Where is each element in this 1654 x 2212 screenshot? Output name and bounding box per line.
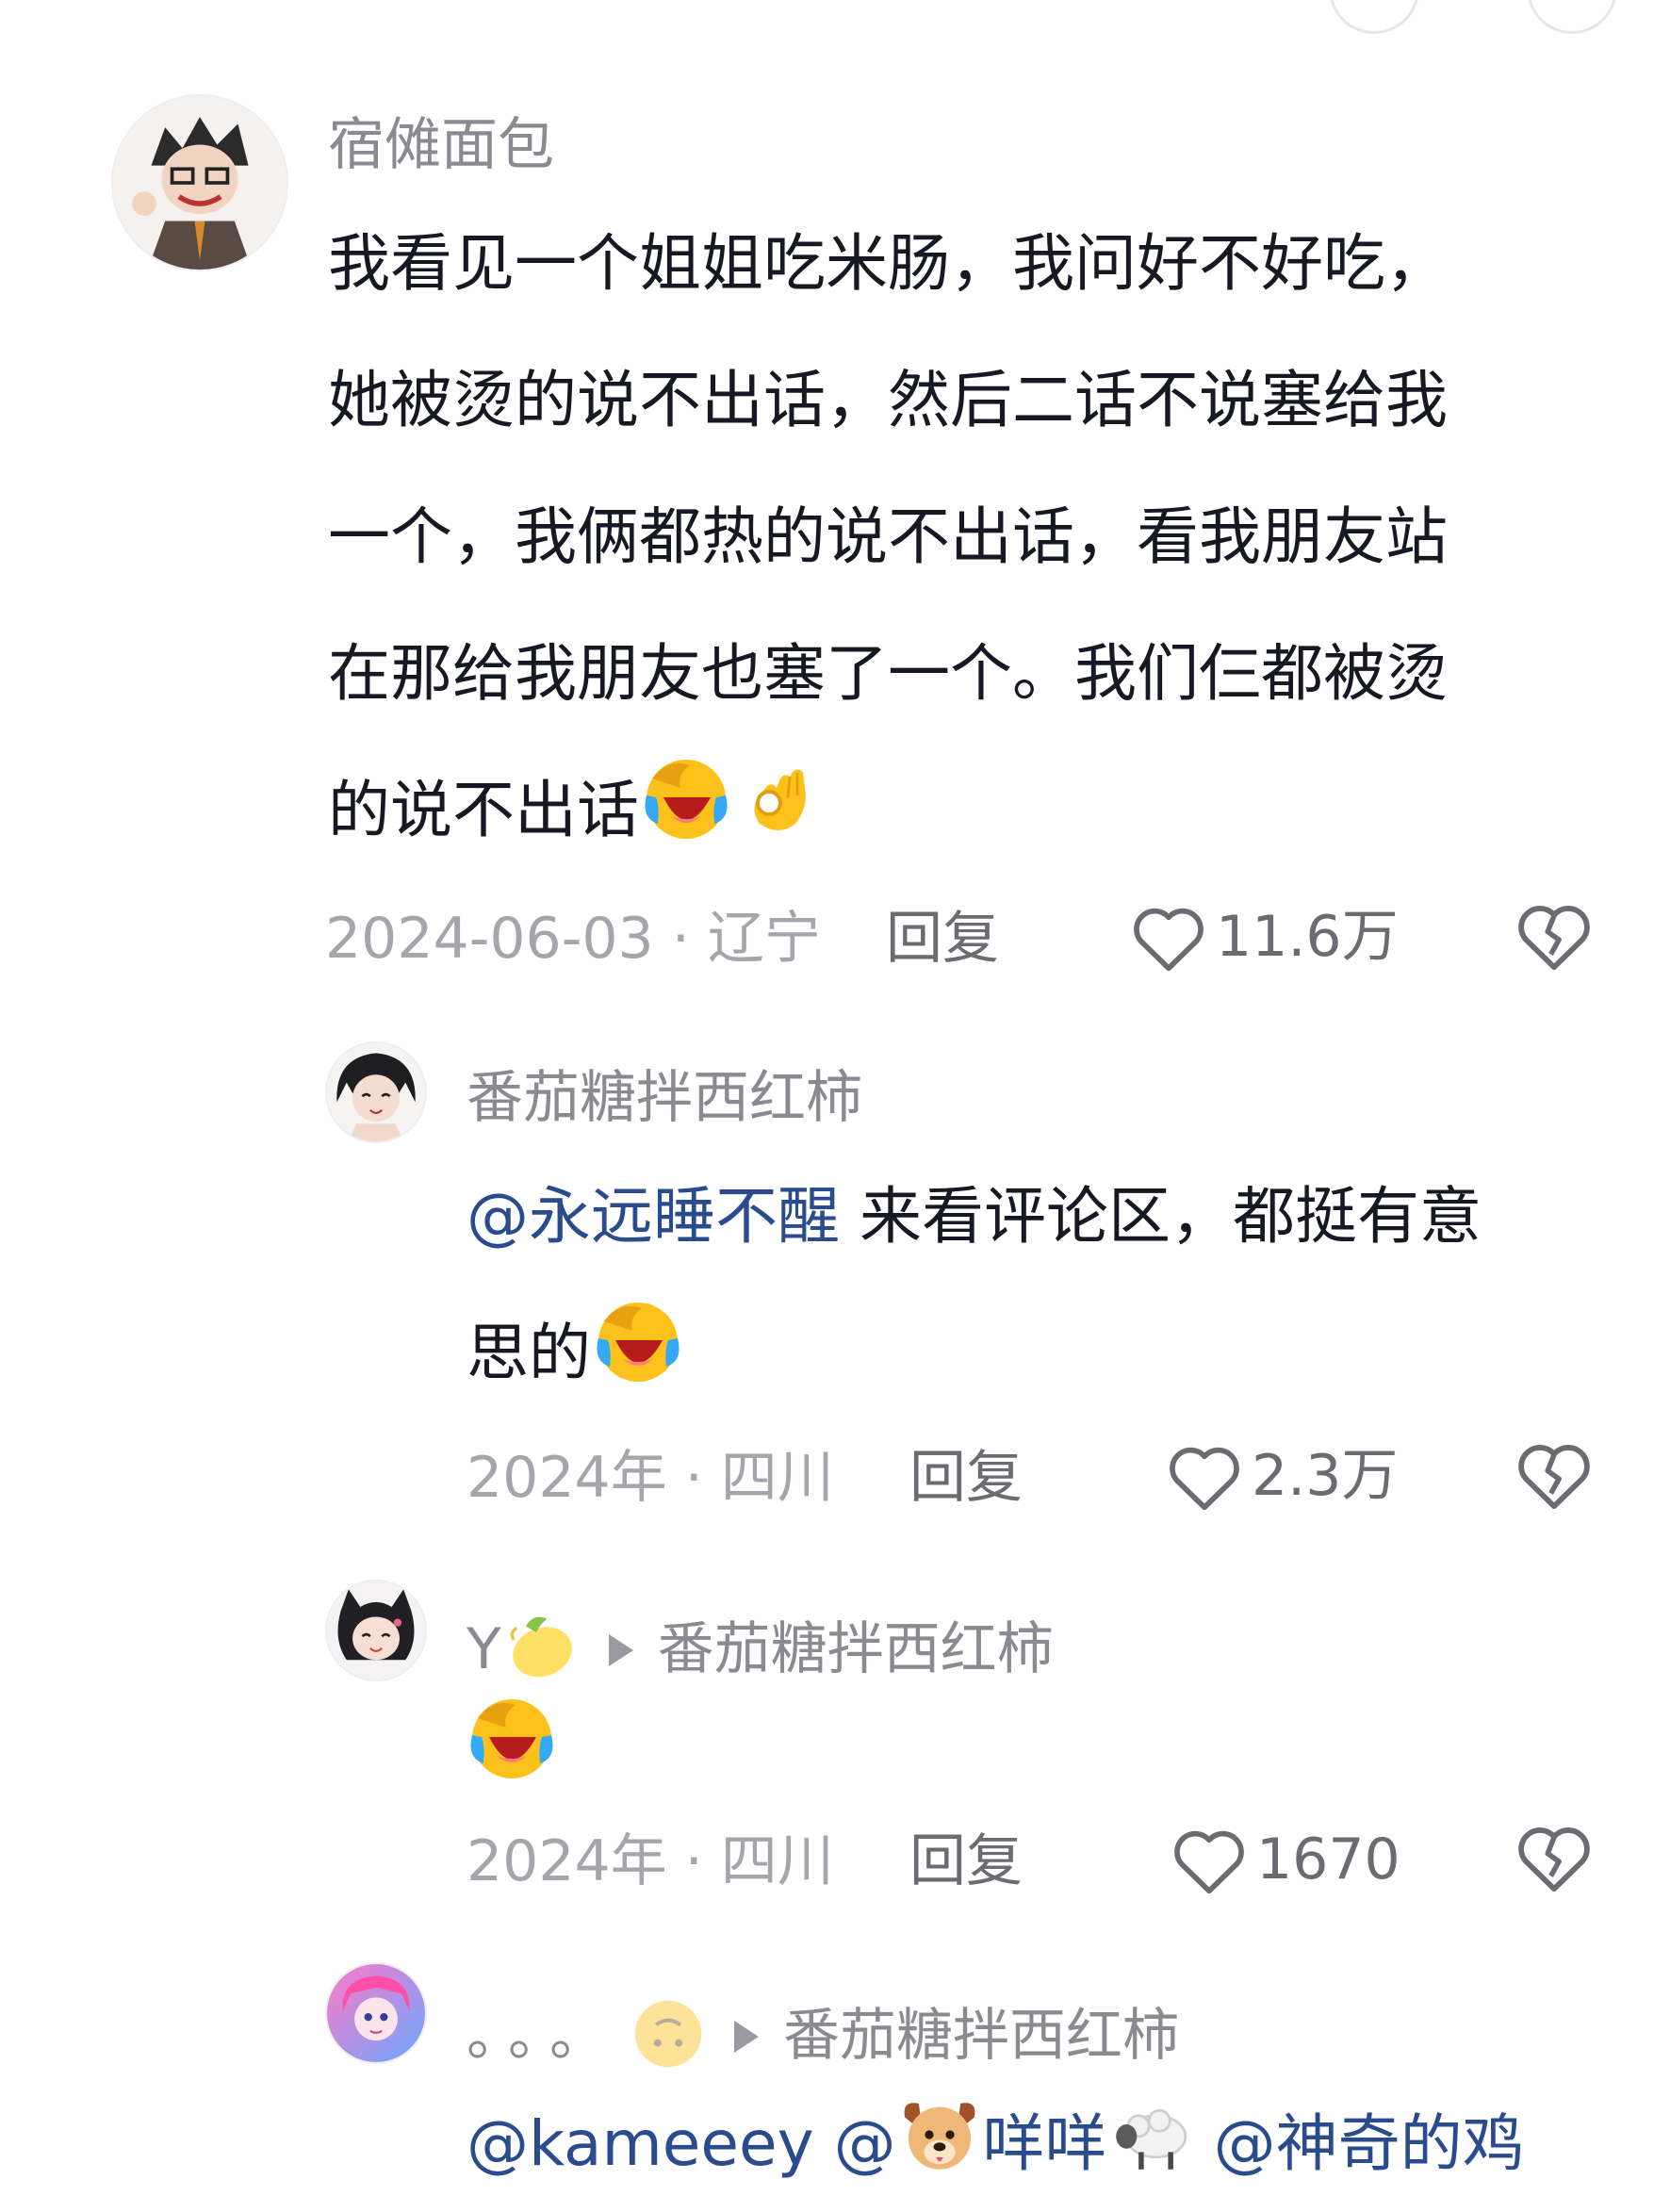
comment-text-line: 我看见一个姐姐吃米肠，我问好不好吃， [328,227,1448,300]
heart-icon [1170,1447,1239,1511]
broken-heart-icon[interactable] [1515,1821,1593,1892]
mention-link[interactable]: @神奇的鸡 [1214,2107,1525,2180]
comment-text-line: 她被烫的说不出话，然后二话不说塞给我 [328,364,1448,436]
comment-date-location: 2024年 · 四川 [467,1828,834,1894]
comment-date-location: 2024-06-03 · 辽宁 [325,906,821,972]
top-edge-button-left [1329,0,1419,34]
ok-hand-emoji [733,750,827,844]
comment-username[interactable]: 宿傩面包 [328,117,554,173]
comment-text-line: 在那给我朋友也塞了一个。我们仨都被烫 [328,637,1448,710]
broken-heart-icon[interactable] [1515,1438,1593,1510]
laughing-crying-emoji [639,750,733,844]
heart-icon [1134,908,1204,972]
dog-face-emoji [896,2091,983,2178]
reply-to-username[interactable]: 番茄糖拌西红柿 [783,2003,1179,2069]
laughing-crying-emoji [465,1690,559,1784]
mention-link[interactable]: @kameeey [467,2107,814,2180]
like-count: 2.3万 [1252,1443,1399,1509]
comment-text-line: 一个，我俩都热的说不出话，看我朋友站 [328,500,1448,573]
comment-text-line-last: 的说不出话 [328,742,1610,878]
comment-text: @kameeey @ 咩咩 @神奇的鸡 [467,2075,1616,2212]
like-button[interactable]: 1670 [1171,1824,1400,1895]
reply-button[interactable]: 回复 [909,1833,1023,1890]
upside-down-face-emoji [630,1996,706,2072]
broken-heart-icon[interactable] [1515,899,1593,971]
laughing-crying-emoji [591,1293,685,1387]
avatar[interactable] [325,1962,427,2064]
reply-arrow-icon [734,2021,759,2054]
mention-link[interactable]: @永远睡不醒 [467,1180,840,1253]
lemon-emoji [501,1610,581,1685]
like-count: 11.6万 [1216,904,1399,970]
comment-username[interactable]: Y 番茄糖拌西红柿 [467,1610,1054,1685]
top-edge-button-right [1527,0,1617,34]
like-button[interactable]: 2.3万 [1167,1440,1398,1512]
reply-to-username[interactable]: 番茄糖拌西红柿 [658,1616,1054,1682]
avatar[interactable] [325,1580,427,1681]
reply-arrow-icon [608,1634,633,1667]
comment-text: 我看见一个姐姐吃米肠，我问好不好吃， 她被烫的说不出话，然后二话不说塞给我 一个… [328,195,1610,878]
comment-username[interactable]: 番茄糖拌西红柿 [467,1070,862,1126]
heart-icon [1174,1830,1244,1894]
reply-button[interactable]: 回复 [886,910,999,967]
comment-date-location: 2024年 · 四川 [467,1445,834,1511]
mention-link[interactable]: @ 咩咩 [834,2103,1194,2180]
comment-text-line-last: 思的 [467,1285,1616,1421]
sheep-emoji [1107,2091,1194,2178]
like-button[interactable]: 11.6万 [1131,901,1399,973]
reply-button[interactable]: 回复 [909,1450,1023,1506]
avatar[interactable] [111,94,288,271]
comment-text-line: @永远睡不醒 来看评论区，都挺有意 [467,1180,1482,1253]
avatar[interactable] [325,1041,427,1143]
comment-text: @永远睡不醒 来看评论区，都挺有意 思的 [467,1148,1616,1421]
comment-username[interactable]: 。。。 番茄糖拌西红柿 [467,1996,1179,2072]
like-count: 1670 [1256,1827,1400,1892]
